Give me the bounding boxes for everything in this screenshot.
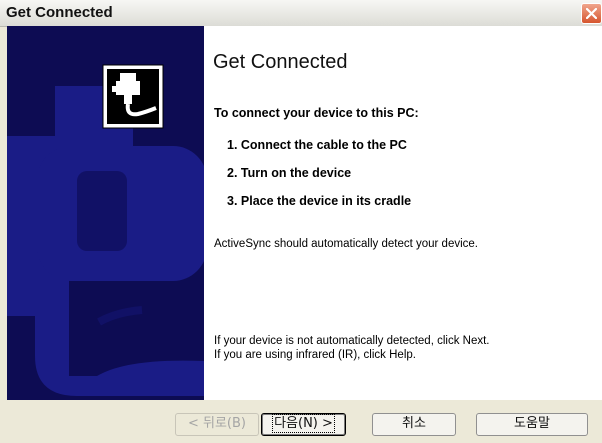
help-text-line-2: If you are using infrared (IR), click He…	[214, 349, 416, 361]
step-1: 1. Connect the cable to the PC	[227, 138, 407, 152]
close-button[interactable]	[581, 3, 602, 24]
help-button[interactable]: 도움말	[476, 413, 588, 436]
next-button[interactable]: 다음(N) >	[261, 413, 346, 436]
back-button-label: < 뒤로(B)	[187, 416, 246, 431]
auto-detect-text: ActiveSync should automatically detect y…	[214, 238, 478, 250]
cancel-button-label: 취소	[402, 416, 426, 431]
help-text-line-1: If your device is not automatically dete…	[214, 335, 490, 347]
cancel-button[interactable]: 취소	[372, 413, 456, 436]
back-button[interactable]: < 뒤로(B)	[175, 413, 259, 436]
instructions-heading: To connect your device to this PC:	[214, 106, 419, 120]
title-bar: Get Connected	[0, 0, 602, 27]
wizard-side-panel	[7, 26, 204, 400]
cable-plug-icon	[102, 64, 164, 129]
help-button-label: 도움말	[514, 416, 550, 431]
close-icon	[586, 8, 597, 19]
button-bar: < 뒤로(B) 다음(N) > 취소 도움말	[0, 400, 602, 443]
get-connected-dialog: Get Connected Get Connected To connect y…	[0, 0, 602, 443]
window-title: Get Connected	[6, 4, 113, 21]
step-2: 2. Turn on the device	[227, 166, 352, 180]
next-button-label: 다음(N) >	[272, 414, 335, 433]
wizard-content: Get Connected To connect your device to …	[204, 26, 602, 400]
page-title: Get Connected	[213, 51, 348, 73]
step-3: 3. Place the device in its cradle	[227, 194, 412, 208]
